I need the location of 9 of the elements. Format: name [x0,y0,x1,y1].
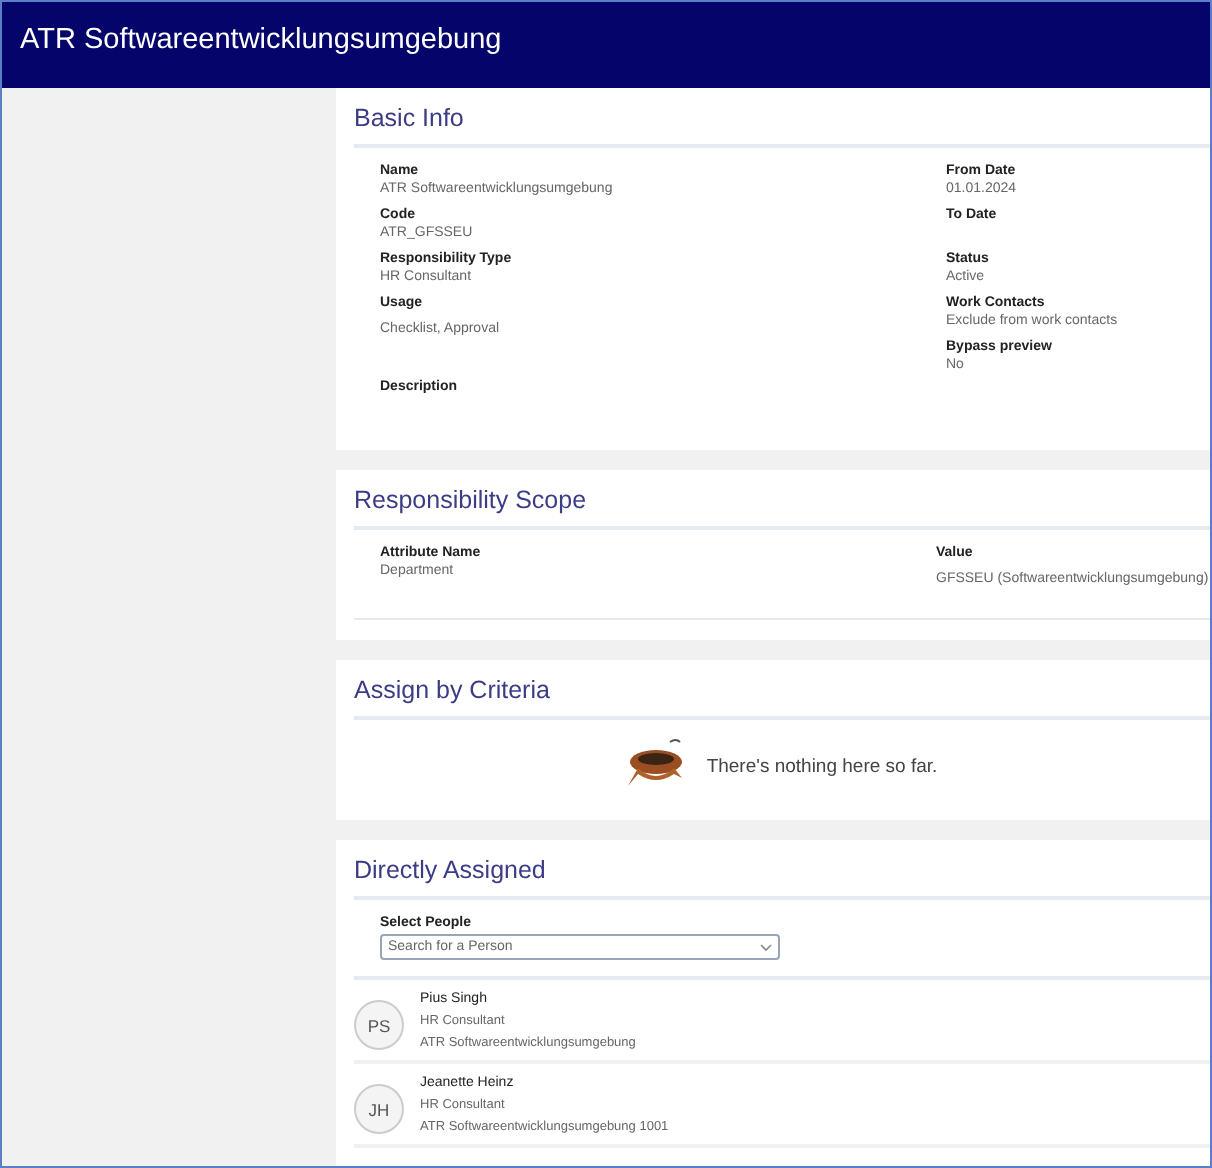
section-title: Basic Info [354,104,464,132]
avatar-initials: PS [354,1000,404,1050]
page-title: ATR Softwareentwicklungsumgebung [20,24,502,56]
avatar-initials: JH [354,1084,404,1134]
chevron-down-icon [760,944,772,952]
section-title: Directly Assigned [354,856,546,884]
empty-message: There's nothing here so far. [706,755,938,777]
section-title: Responsibility Scope [354,486,587,514]
section-title: Assign by Criteria [354,676,550,704]
